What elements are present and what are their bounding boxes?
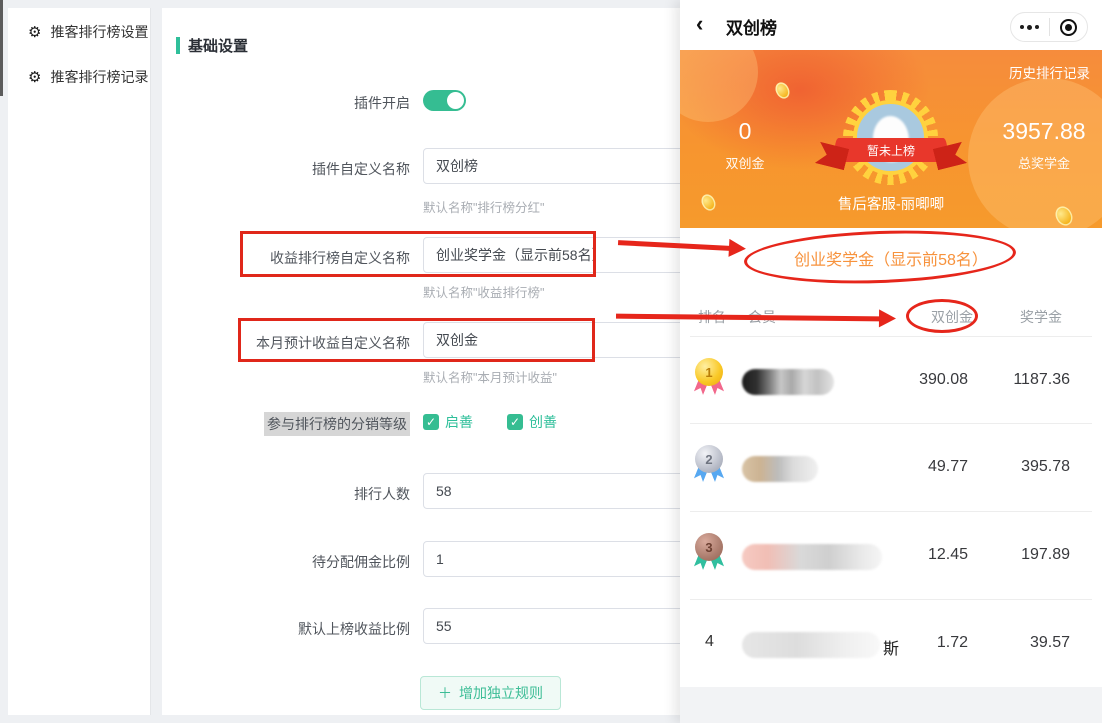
income-rank-name-hint: 默认名称"收益排行榜": [423, 286, 545, 300]
miniprogram-navbar: ‹ 双创榜: [680, 0, 1102, 50]
levels-checkbox-group: ✓ 启善 ✓ 创善: [423, 412, 557, 432]
section-title: 基础设置: [188, 38, 249, 55]
rank-number: 4: [705, 633, 714, 650]
page-title: 双创榜: [726, 19, 777, 38]
section-accent-bar: [176, 37, 180, 54]
blurred-member-name: [742, 456, 818, 482]
checkbox-level-chuangshan[interactable]: ✓ 创善: [507, 412, 557, 432]
ranking-banner: 历史排行记录 0 双创金 3957.88 总奖学金 暂未上榜 售后客服-丽唧唧: [680, 50, 1102, 228]
medal-rank: 3: [695, 533, 723, 561]
commission-ratio-label: 待分配佣金比例: [312, 554, 410, 570]
silver-medal-icon: 2: [694, 445, 724, 489]
miniprogram-capsule: [1010, 12, 1088, 42]
commission-ratio-input[interactable]: [423, 541, 685, 577]
blurred-member-name: [742, 369, 834, 395]
levels-label: 参与排行榜的分销等级: [264, 412, 410, 436]
medal-rank: 1: [695, 358, 723, 386]
screenshot-root: ⚙ 推客排行榜设置 ⚙ 推客排行榜记录 基础设置 插件开启 插件自定义名称 默认…: [0, 0, 1102, 723]
score-value: 49.77: [927, 458, 968, 475]
toggle-knob: [447, 92, 464, 109]
stat-value: 3957.88: [1002, 118, 1086, 144]
gold-medal-icon: 1: [694, 358, 724, 402]
add-rule-button[interactable]: ＋ 增加独立规则: [420, 676, 561, 710]
settings-panel: 基础设置 插件开启 插件自定义名称 默认名称"排行榜分红" 收益排行榜自定义名称…: [162, 8, 690, 715]
scholarship-value: 197.89: [1021, 546, 1070, 563]
checkbox-check-icon: ✓: [507, 414, 523, 430]
checkbox-level-qishan[interactable]: ✓ 启善: [423, 412, 473, 432]
plus-icon: ＋: [438, 685, 452, 701]
col-header-score: 双创金: [931, 309, 973, 325]
score-value: 390.08: [919, 371, 968, 388]
username: 售后客服-丽唧唧: [837, 197, 945, 213]
close-capsule-button[interactable]: [1050, 13, 1088, 41]
stat-value: 0: [738, 118, 752, 144]
sidebar-item-ranking-settings[interactable]: ⚙ 推客排行榜设置: [28, 22, 148, 42]
not-ranked-badge: 暂未上榜: [835, 138, 947, 162]
table-row[interactable]: 1 390.08 1187.36: [680, 336, 1102, 423]
table-row[interactable]: 2 49.77 395.78: [680, 423, 1102, 510]
default-ratio-label: 默认上榜收益比例: [298, 621, 410, 637]
default-ratio-input[interactable]: [423, 608, 685, 644]
sidebar-item-label: 推客排行榜设置: [50, 24, 149, 40]
history-ranking-link[interactable]: 历史排行记录: [1009, 62, 1090, 82]
plugin-name-hint: 默认名称"排行榜分红": [423, 201, 545, 215]
income-rank-name-input[interactable]: [423, 237, 685, 273]
score-value: 1.72: [936, 634, 968, 651]
back-icon[interactable]: ‹: [696, 11, 703, 37]
rank-list-title: 创业奖学金（显示前58名）: [794, 252, 988, 269]
section-header: 基础设置: [176, 35, 248, 56]
score-value: 12.45: [927, 546, 968, 563]
rank-count-input[interactable]: [423, 473, 685, 509]
phone-footer-area: [680, 687, 1102, 723]
sidebar-item-ranking-records[interactable]: ⚙ 推客排行榜记录: [28, 67, 148, 87]
scholarship-value: 39.57: [1029, 634, 1070, 651]
plugin-name-label: 插件自定义名称: [312, 161, 410, 177]
checkbox-label: 启善: [445, 414, 473, 430]
plugin-name-input[interactable]: [423, 148, 685, 184]
plugin-enabled-toggle[interactable]: [423, 90, 466, 111]
income-rank-name-label: 收益排行榜自定义名称: [270, 250, 410, 266]
col-header-scholarship: 奖学金: [1020, 309, 1062, 325]
stat-label: 总奖学金: [1017, 156, 1070, 171]
more-icon: [1020, 24, 1040, 30]
sidebar-item-label: 推客排行榜记录: [50, 69, 149, 85]
gear-icon: ⚙: [28, 23, 42, 41]
gear-icon: ⚙: [28, 68, 42, 86]
month-income-name-input[interactable]: [423, 322, 685, 358]
month-income-name-hint: 默认名称"本月预计收益": [423, 371, 557, 385]
col-header-member: 会员: [748, 309, 776, 325]
rank-count-label: 排行人数: [354, 486, 410, 502]
miniprogram-preview: ‹ 双创榜 历史排行记录 0 双创金 3957.88 总奖学金 暂未上榜 售后客…: [680, 0, 1102, 723]
col-header-rank: 排名: [698, 309, 726, 325]
total-scholarship-stat: 3957.88 总奖学金: [994, 118, 1094, 172]
bronze-medal-icon: 3: [694, 533, 724, 577]
table-row[interactable]: 3 12.45 197.89: [680, 511, 1102, 598]
more-menu-button[interactable]: [1011, 13, 1049, 41]
record-circle-icon: [1059, 18, 1077, 36]
scholarship-value: 1187.36: [1013, 371, 1070, 388]
checkbox-label: 创善: [529, 414, 557, 430]
medal-rank: 2: [695, 445, 723, 473]
admin-sidebar: ⚙ 推客排行榜设置 ⚙ 推客排行榜记录: [8, 8, 151, 715]
stat-label: 双创金: [725, 156, 765, 171]
plugin-toggle-label: 插件开启: [354, 95, 410, 111]
add-rule-label: 增加独立规则: [459, 685, 543, 701]
month-income-name-label: 本月预计收益自定义名称: [256, 335, 410, 351]
scholarship-value: 395.78: [1021, 458, 1070, 475]
window-edge-strip: [0, 0, 3, 96]
my-score-stat: 0 双创金: [708, 118, 782, 172]
table-row[interactable]: 4 斯 1.72 39.57: [680, 599, 1102, 686]
checkbox-check-icon: ✓: [423, 414, 439, 430]
